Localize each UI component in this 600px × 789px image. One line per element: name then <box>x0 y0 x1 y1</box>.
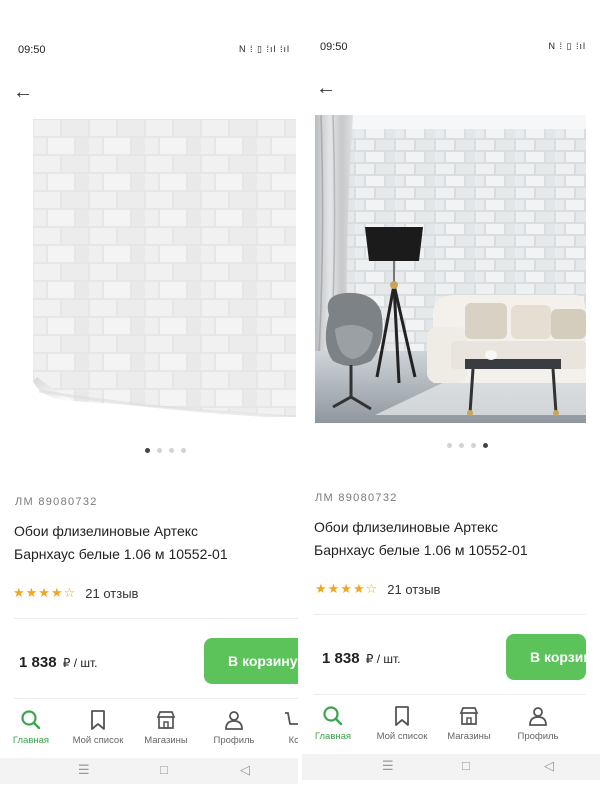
product-rating[interactable]: ★★★★☆ 21 отзыв <box>315 581 440 597</box>
tab-label: Главная <box>12 735 50 746</box>
product-rating[interactable]: ★★★★☆ 21 отзыв <box>13 585 138 601</box>
pagination-dot[interactable] <box>447 443 452 448</box>
pagination-dot[interactable] <box>471 443 476 448</box>
add-to-cart-button[interactable]: В корзину <box>506 634 586 680</box>
menu-icon[interactable]: ☰ <box>78 762 90 778</box>
divider <box>14 698 298 699</box>
tab-my-list[interactable]: Мой список <box>372 704 432 742</box>
tab-stores[interactable]: Магазины <box>439 704 499 742</box>
image-pagination-dots <box>145 448 186 453</box>
cart-icon <box>285 712 298 725</box>
bookmark-icon <box>395 706 409 726</box>
status-icons: N ⁞ ▯ ⁞ıl ⁞ıl <box>239 44 290 54</box>
tab-cart[interactable]: Ко <box>264 708 298 746</box>
pagination-dot[interactable] <box>145 448 150 453</box>
bottom-tab-bar: Главная Мой список Магазины Профиль <box>302 704 600 754</box>
tab-profile[interactable]: Профиль <box>508 704 568 742</box>
store-icon <box>459 707 479 725</box>
status-time: 09:50 <box>18 44 46 56</box>
pagination-dot[interactable] <box>459 443 464 448</box>
search-icon <box>21 710 41 730</box>
back-arrow-icon[interactable]: ← <box>316 78 336 98</box>
product-price: 1 838 ₽ / шт. <box>322 650 400 667</box>
product-image[interactable] <box>315 115 586 423</box>
pagination-dot[interactable] <box>181 448 186 453</box>
status-time: 09:50 <box>320 41 348 53</box>
rating-stars-icon: ★★★★☆ <box>13 585 77 600</box>
tab-label: Магазины <box>144 735 188 746</box>
image-pagination-dots <box>447 443 488 448</box>
product-title-line: Обои флизелиновые Артекс <box>314 519 499 535</box>
tab-label: Мой список <box>376 731 428 742</box>
pagination-dot[interactable] <box>169 448 174 453</box>
menu-icon[interactable]: ☰ <box>382 758 394 774</box>
screen-right: 09:50 N ⁞ ▯ ⁞ıl ← ЛМ 89080732 Обои флизе… <box>302 0 600 789</box>
product-sku: ЛМ 89080732 <box>15 496 98 508</box>
system-nav-bar: ☰ □ ◁ <box>302 754 600 780</box>
status-bar: 09:50 N ⁞ ▯ ⁞ıl <box>302 39 600 57</box>
tab-label: Профиль <box>213 735 255 746</box>
product-title: Обои флизелиновые Артекс Барнхаус белые … <box>14 520 228 566</box>
price-value: 1 838 <box>19 654 57 671</box>
search-icon <box>323 706 343 726</box>
tab-home[interactable]: Главная <box>303 704 363 742</box>
tab-label: Магазины <box>447 731 491 742</box>
product-image[interactable] <box>33 119 296 417</box>
price-value: 1 838 <box>322 650 360 667</box>
product-price: 1 838 ₽ / шт. <box>19 654 97 671</box>
add-to-cart-button[interactable]: В корзину <box>204 638 298 684</box>
tab-label: Профиль <box>517 731 559 742</box>
divider <box>314 694 586 695</box>
price-unit: ₽ / шт. <box>365 652 401 666</box>
back-triangle-icon[interactable]: ◁ <box>240 762 250 778</box>
reviews-count: 21 отзыв <box>387 581 441 597</box>
tab-home[interactable]: Главная <box>1 708 61 746</box>
person-icon <box>225 711 243 730</box>
pagination-dot[interactable] <box>157 448 162 453</box>
price-unit: ₽ / шт. <box>62 656 98 670</box>
reviews-count: 21 отзыв <box>85 585 139 601</box>
product-sku: ЛМ 89080732 <box>315 492 398 504</box>
brick-wallpaper-image <box>33 119 296 417</box>
interior-room-image <box>315 115 586 423</box>
home-square-icon[interactable]: □ <box>462 758 470 773</box>
tab-stores[interactable]: Магазины <box>136 708 196 746</box>
tab-my-list[interactable]: Мой список <box>68 708 128 746</box>
product-title-line: Барнхаус белые 1.06 м 10552-01 <box>314 542 528 558</box>
product-title-line: Барнхаус белые 1.06 м 10552-01 <box>14 546 228 562</box>
back-arrow-icon[interactable]: ← <box>13 82 33 102</box>
tab-label: Мой список <box>72 735 124 746</box>
back-triangle-icon[interactable]: ◁ <box>544 758 554 774</box>
divider <box>14 618 298 619</box>
home-square-icon[interactable]: □ <box>160 762 168 777</box>
tab-label: Ко <box>288 735 298 746</box>
screen-left: 09:50 N ⁞ ▯ ⁞ıl ⁞ıl ← ЛМ 89080732 Обои ф… <box>0 0 298 789</box>
store-icon <box>156 711 176 729</box>
tab-label: Главная <box>314 731 352 742</box>
rating-stars-icon: ★★★★☆ <box>315 581 379 596</box>
product-title-line: Обои флизелиновые Артекс <box>14 523 199 539</box>
person-icon <box>529 707 547 726</box>
system-nav-bar: ☰ □ ◁ <box>0 758 298 784</box>
bookmark-icon <box>91 710 105 730</box>
product-title: Обои флизелиновые Артекс Барнхаус белые … <box>314 516 528 562</box>
status-bar: 09:50 N ⁞ ▯ ⁞ıl ⁞ıl <box>0 42 298 60</box>
bottom-tab-bar: Главная Мой список Магазины Профиль Ко <box>0 708 298 758</box>
tab-profile[interactable]: Профиль <box>204 708 264 746</box>
pagination-dot[interactable] <box>483 443 488 448</box>
divider <box>314 614 586 615</box>
status-icons: N ⁞ ▯ ⁞ıl <box>548 41 586 51</box>
